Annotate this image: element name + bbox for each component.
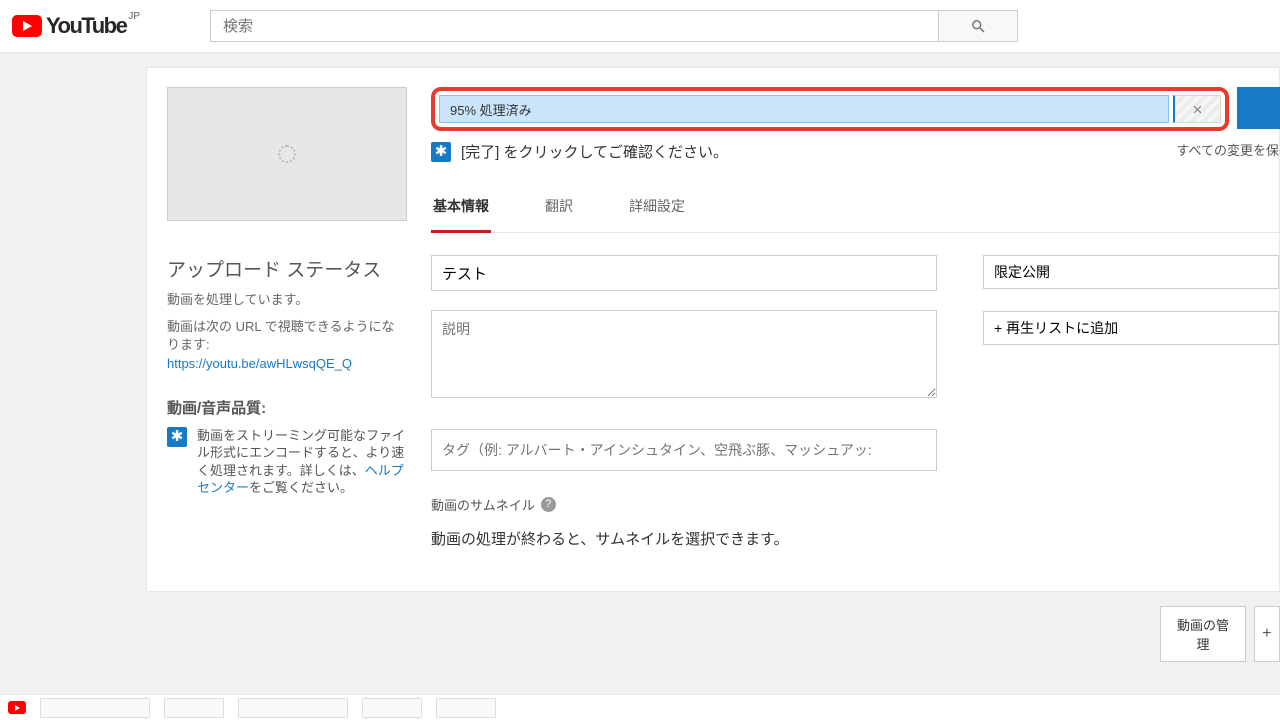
footer-pill[interactable] <box>164 698 224 718</box>
search-icon <box>970 18 987 35</box>
thumbnail-section: 動画のサムネイル ? 動画の処理が終わると、サムネイルを選択できます。 <box>431 495 937 549</box>
top-header: YouTube JP <box>0 0 1280 53</box>
progress-text: 95% 処理済み <box>450 100 532 119</box>
add-to-playlist-button[interactable]: + 再生リストに追加 <box>983 311 1279 345</box>
spinner-icon <box>278 145 296 163</box>
progress-highlight-box: 95% 処理済み <box>431 87 1229 131</box>
quality-tip-text: 動画をストリーミング可能なファイル形式にエンコードすると、より速く処理されます。… <box>197 427 407 497</box>
search-button[interactable] <box>938 10 1018 42</box>
confirm-row: ✱ [完了] をクリックしてご確認ください。 <box>431 141 1279 162</box>
progress-bar: 95% 処理済み <box>439 95 1169 123</box>
upload-status-processing: 動画を処理しています。 <box>167 291 407 309</box>
publish-button[interactable] <box>1237 87 1280 129</box>
footer-buttons: 動画の管理 + <box>1160 606 1280 662</box>
info-asterisk-icon: ✱ <box>167 427 187 447</box>
upload-panel: アップロード ステータス 動画を処理しています。 動画は次の URL で視聴でき… <box>146 67 1280 592</box>
thumbnail-label-row: 動画のサムネイル ? <box>431 495 937 514</box>
quality-tip-after: をご覧ください。 <box>249 480 353 495</box>
close-icon <box>1191 103 1204 116</box>
left-column: アップロード ステータス 動画を処理しています。 動画は次の URL で視聴でき… <box>167 87 407 497</box>
upload-status-heading: アップロード ステータス <box>167 255 407 282</box>
tab-basic-info[interactable]: 基本情報 <box>431 190 491 233</box>
youtube-logo[interactable]: YouTube <box>12 13 126 39</box>
confirm-asterisk-icon: ✱ <box>431 142 451 162</box>
video-thumbnail-placeholder <box>167 87 407 221</box>
play-icon <box>12 15 42 37</box>
privacy-select[interactable]: 限定公開 <box>983 255 1279 289</box>
form-area: 動画のサムネイル ? 動画の処理が終わると、サムネイルを選択できます。 限定公開… <box>431 255 1279 549</box>
logo-wrap: YouTube JP <box>12 13 140 39</box>
footer-youtube-logo[interactable] <box>8 701 26 714</box>
quality-heading: 動画/音声品質: <box>167 397 407 418</box>
fields-column: 動画のサムネイル ? 動画の処理が終わると、サムネイルを選択できます。 <box>431 255 937 549</box>
add-more-button[interactable]: + <box>1254 606 1280 662</box>
footer-pill[interactable] <box>362 698 422 718</box>
upload-status-url-label: 動画は次の URL で視聴できるようになります: <box>167 318 407 354</box>
saved-note: すべての変更を保 <box>1176 140 1280 159</box>
region-label: JP <box>128 11 140 22</box>
video-manager-button[interactable]: 動画の管理 <box>1160 606 1246 662</box>
logo-text: YouTube <box>46 13 126 39</box>
dismiss-progress-button[interactable] <box>1173 95 1221 123</box>
search-box <box>210 10 1018 42</box>
title-input[interactable] <box>431 255 937 291</box>
footer-pill[interactable] <box>238 698 348 718</box>
search-input[interactable] <box>210 10 938 42</box>
confirm-text: [完了] をクリックしてご確認ください。 <box>461 141 728 162</box>
footer-pill[interactable] <box>40 698 150 718</box>
bottom-bar <box>0 694 1280 720</box>
thumbnail-message: 動画の処理が終わると、サムネイルを選択できます。 <box>431 528 937 549</box>
footer-pill[interactable] <box>436 698 496 718</box>
tags-input[interactable] <box>431 429 937 471</box>
right-column: 95% 処理済み ✱ [完了] をクリックしてご確認ください。 すべての変更を保… <box>431 87 1279 549</box>
help-icon[interactable]: ? <box>541 497 556 512</box>
thumbnail-label: 動画のサムネイル <box>431 495 535 514</box>
play-icon <box>8 701 26 714</box>
tab-translations[interactable]: 翻訳 <box>543 190 575 232</box>
privacy-column: 限定公開 + 再生リストに追加 <box>983 255 1279 549</box>
tab-advanced[interactable]: 詳細設定 <box>627 190 687 232</box>
tabs: 基本情報 翻訳 詳細設定 <box>431 190 1279 233</box>
description-input[interactable] <box>431 310 937 398</box>
quality-tip-row: ✱ 動画をストリーミング可能なファイル形式にエンコードすると、より速く処理されま… <box>167 427 407 497</box>
video-short-url[interactable]: https://youtu.be/awHLwsqQE_Q <box>167 356 352 371</box>
